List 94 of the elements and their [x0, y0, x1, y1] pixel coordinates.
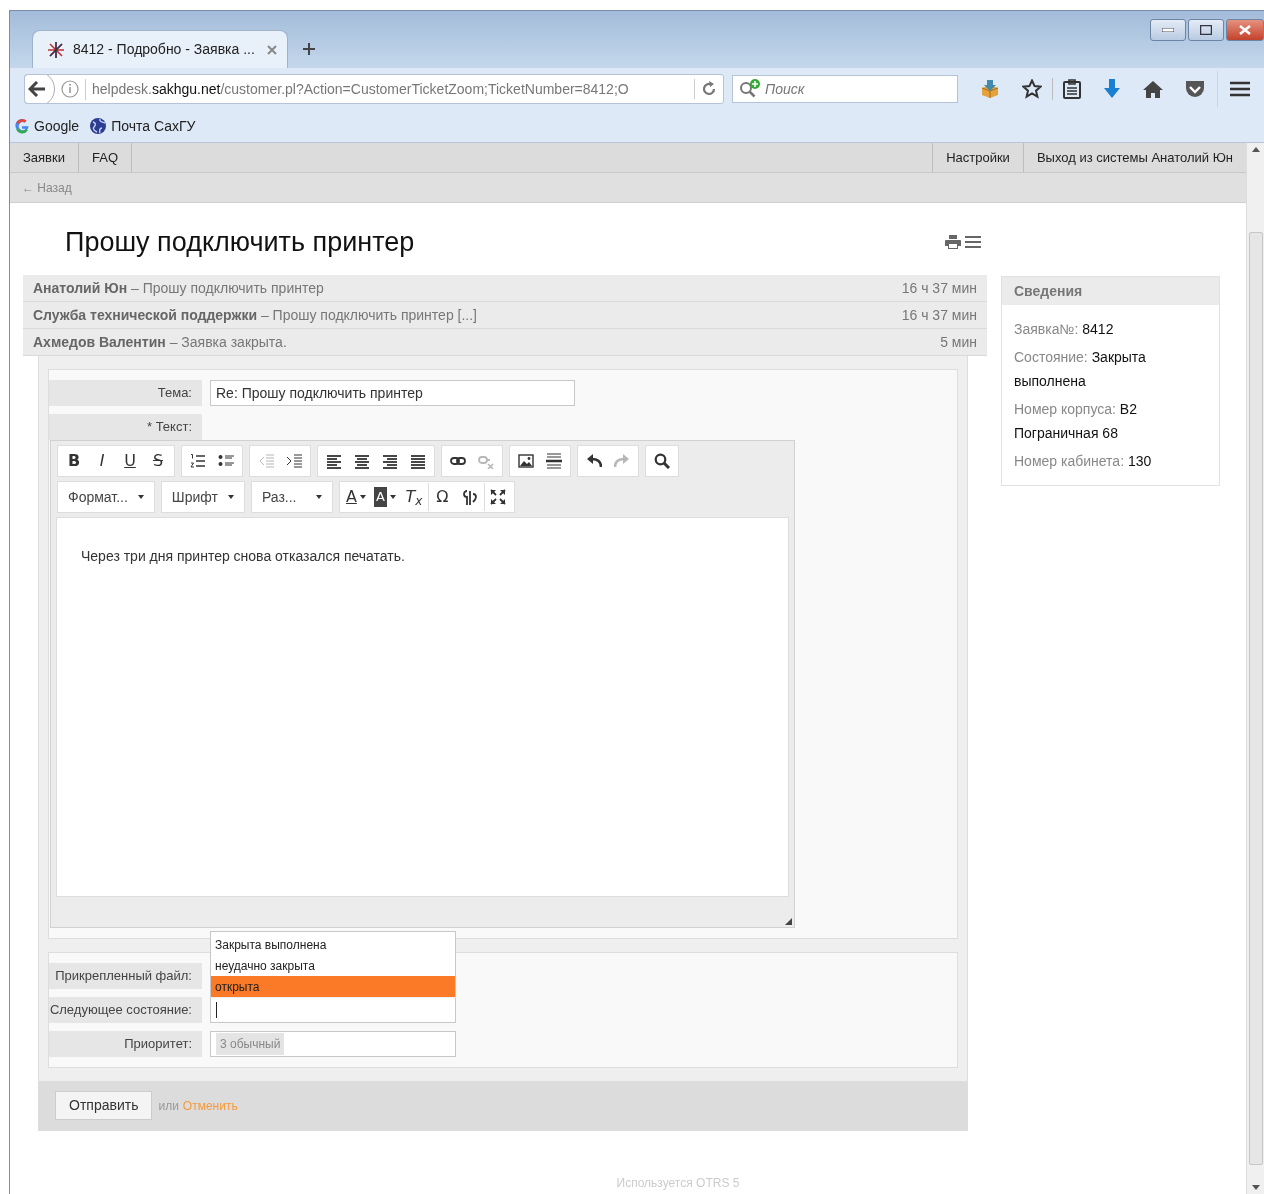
submit-button[interactable]: Отправить [55, 1091, 153, 1120]
resize-handle-icon[interactable] [785, 918, 792, 925]
unlink-icon [478, 453, 494, 469]
article-age: 5 мин [940, 332, 977, 352]
italic-button[interactable]: I [88, 447, 116, 475]
article-row[interactable]: Служба технической поддержки – Прошу подключить принтер [...] 16 ч 37 мин [23, 302, 987, 329]
home-icon[interactable] [1143, 80, 1163, 98]
underline-button[interactable]: U [116, 447, 144, 475]
strikethrough-button[interactable]: S [144, 447, 172, 475]
article-age: 16 ч 37 мин [901, 305, 977, 325]
field-label: Приоритет: [49, 1031, 202, 1057]
nav-link[interactable]: Настройки [932, 143, 1023, 172]
field-label: Тема: [49, 380, 202, 406]
article-row[interactable]: Анатолий Юн – Прошу подключить принтер 16 ч 37 мин [23, 275, 987, 302]
article-summary: Анатолий Юн – Прошу подключить принтер [33, 278, 324, 298]
nav-link[interactable]: Заявки [10, 143, 79, 172]
pocket-icon[interactable] [1185, 80, 1205, 98]
state-input[interactable] [210, 997, 456, 1023]
scroll-down-icon[interactable] [1251, 1185, 1260, 1190]
ticket-title: Прошу подключить принтер [65, 225, 415, 259]
info-field: Заявка№: 8412 [1014, 317, 1207, 341]
article-summary: Ахмедов Валентин – Заявка закрыта. [33, 332, 287, 352]
numbered-list-icon [190, 453, 206, 469]
bold-button[interactable]: B [60, 447, 88, 475]
align-right-icon [382, 453, 398, 469]
body-text: Через три дня принтер снова отказался печатать. [81, 547, 406, 566]
search-add-icon [739, 79, 761, 99]
selected-value-tag: 3 обычный [216, 1033, 285, 1055]
reload-icon[interactable] [701, 81, 717, 97]
bookmark[interactable]: Google [14, 115, 80, 137]
close-icon[interactable] [267, 44, 277, 55]
url-text: helpdesk.sakhgu.net/customer.pl?Action=CustomerTicketZoom;TicketNumber=8412;O [85, 78, 682, 100]
field-label: * Текст: [49, 414, 202, 440]
align-left-icon [326, 453, 342, 469]
menu-icon[interactable] [965, 235, 981, 249]
close-button[interactable] [1226, 19, 1264, 41]
minimize-button[interactable] [1150, 19, 1186, 41]
align-center-icon [354, 453, 370, 469]
image-icon [518, 453, 534, 469]
article-row[interactable]: Ахмедов Валентин – Заявка закрыта. 5 мин [23, 329, 987, 356]
search-field[interactable]: Поиск [732, 75, 958, 103]
maximize-button[interactable] [1188, 19, 1224, 41]
field-label: Следующее состояние: [49, 997, 202, 1023]
panel-title: Сведения [1002, 277, 1219, 305]
favicon-icon [47, 40, 65, 59]
address-bar[interactable]: helpdesk.sakhgu.net/customer.pl?Action=CustomerTicketZoom;TicketNumber=8412;O [24, 74, 724, 104]
indent-icon [286, 453, 302, 469]
dropdown-option[interactable]: Закрыта выполнена [211, 934, 455, 955]
info-icon[interactable] [61, 80, 79, 98]
info-field: Номер кабинета: 130 [1014, 449, 1207, 473]
text-color-button[interactable]: A [341, 483, 370, 511]
dropdown-list[interactable]: Закрыта выполнена неудачно закрыта открыта [210, 931, 456, 997]
bookmark[interactable]: Почта СахГУ [89, 115, 196, 137]
maximize-icon [490, 489, 507, 505]
horizontal-rule-icon [546, 453, 562, 469]
print-icon[interactable] [945, 235, 961, 249]
scrollbar[interactable] [1246, 143, 1264, 1194]
align-justify-icon [410, 453, 426, 469]
article-age: 16 ч 37 мин [901, 278, 977, 298]
google-icon [14, 118, 30, 134]
maximize-icon [1200, 25, 1212, 35]
tab-title: 8412 - Подробно - Заявка ... [73, 40, 256, 59]
or-text: или [158, 1097, 179, 1115]
info-field: Состояние: Закрыта выполнена [1014, 345, 1207, 393]
menu-icon[interactable] [1230, 81, 1250, 97]
info-field: Номер корпуса: В2 Пограничная 68 [1014, 397, 1207, 445]
text-direction-icon [461, 489, 478, 505]
package-icon[interactable] [980, 79, 1000, 99]
dropdown-option[interactable]: неудачно закрыта [211, 955, 455, 976]
subject-field[interactable]: Re: Прошу подключить принтер [210, 380, 575, 406]
dropdown-option[interactable]: открыта [211, 976, 455, 997]
background-color-button[interactable]: A [369, 483, 400, 511]
back-arrow-icon [28, 81, 46, 97]
globe-icon [89, 117, 108, 135]
bullet-list-icon [218, 453, 234, 469]
search-icon [654, 453, 670, 469]
star-icon[interactable] [1022, 79, 1042, 99]
reading-list-icon[interactable] [1063, 79, 1081, 99]
nav-link[interactable]: FAQ [79, 143, 132, 172]
scroll-up-icon[interactable] [1251, 147, 1260, 152]
article-summary: Служба технической поддержки – Прошу подключить принтер [...] [33, 305, 477, 325]
remove-format-button[interactable]: T$_{x}$ [399, 483, 428, 511]
search-placeholder: Поиск [765, 79, 805, 99]
new-tab-icon[interactable] [302, 42, 316, 56]
minimize-icon [1162, 28, 1174, 32]
outdent-icon [258, 453, 274, 469]
close-icon [1239, 25, 1251, 35]
field-label: Прикрепленный файл: [49, 963, 202, 989]
download-icon[interactable] [1103, 79, 1121, 99]
redo-icon [614, 453, 630, 469]
undo-icon [586, 453, 602, 469]
browser-tab[interactable]: 8412 - Подробно - Заявка ... [32, 30, 288, 68]
text-editor[interactable]: B I U S Формат... Шрифт Раз... A A T$_{x}$ Ω Через три дня принтер снова отказался печатать. [50, 440, 795, 928]
special-character-button[interactable]: Ω [427, 483, 456, 511]
